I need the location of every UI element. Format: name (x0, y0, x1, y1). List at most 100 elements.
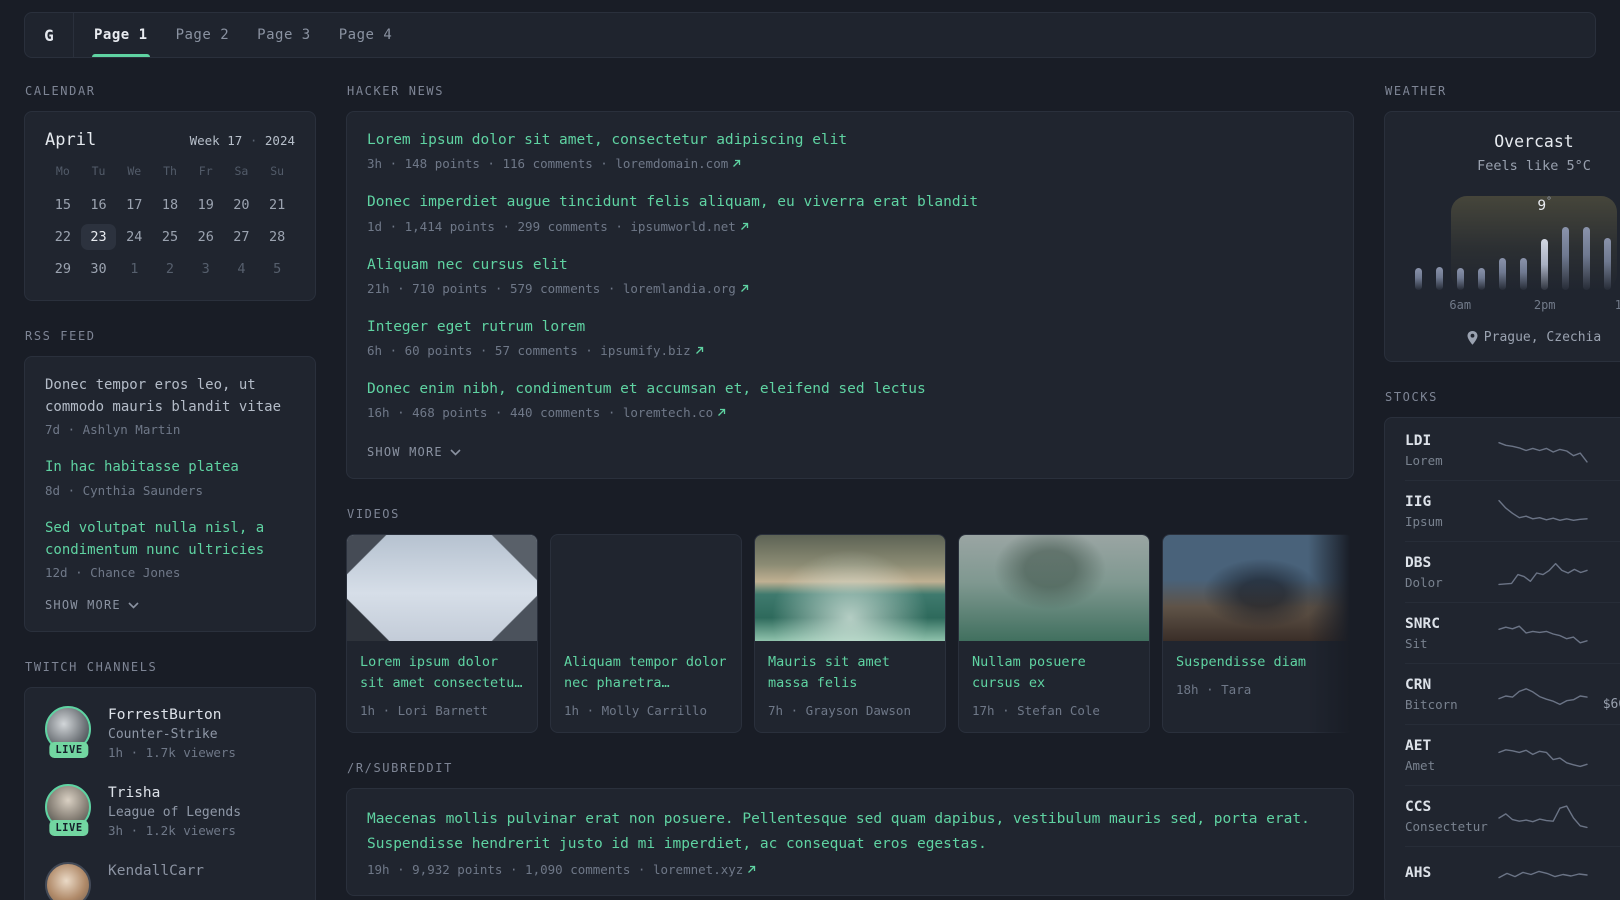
subreddit-card: Maecenas mollis pulvinar erat non posuer… (346, 788, 1354, 896)
twitch-channel-info: KendallCarr (108, 862, 204, 879)
hackernews-item-domain-link[interactable]: ipsumworld.net (630, 219, 748, 234)
calendar-widget: CALENDAR April Week 17 · 2024 Mo Tu We Th Fr… (24, 84, 316, 301)
rss-item-meta: 7d · Ashlyn Martin (45, 422, 181, 438)
stock-row[interactable]: CRN Bitcorn -1.00% $66,171.48 (1405, 664, 1620, 725)
tab-page-3[interactable]: Page 3 (243, 13, 325, 57)
video-card[interactable]: Mauris sit amet massa felis 7h · Grayson … (754, 534, 946, 734)
twitch-channel-row[interactable]: LIVE ForrestBurton Counter-Strike 1h · 1.7k… (45, 706, 295, 760)
subreddit-item-meta: 19h · 9,932 points · 1,090 comments · lo… (367, 862, 1333, 877)
rss-item: Sed volutpat nulla nisl, a condimentum n… (45, 518, 295, 580)
stock-name: Bitcorn (1405, 697, 1458, 712)
rss-show-more-button[interactable]: SHOW MORE (45, 598, 139, 612)
video-card-body: Nullam posuere cursus ex 17h · Stefan Col… (959, 641, 1149, 732)
tab-page-1[interactable]: Page 1 (80, 13, 162, 57)
stock-id: CRN Bitcorn (1405, 677, 1497, 712)
twitch-card: LIVE ForrestBurton Counter-Strike 1h · 1.7k… (24, 687, 316, 900)
tab-label: Page 1 (94, 27, 148, 43)
calendar-day: 16 (90, 197, 107, 213)
tab-label: Page 3 (257, 27, 311, 43)
stock-ticker: IIG (1405, 494, 1432, 510)
stock-ticker: LDI (1405, 433, 1432, 449)
calendar-day: 3 (201, 261, 210, 277)
rss-list: Donec tempor eros leo, ut commodo mauris… (45, 375, 295, 580)
sparkline-chart (1498, 804, 1588, 828)
stock-values: +1.42% $156.28 (1589, 555, 1620, 590)
hackernews-widget: HACKER NEWS Lorem ipsum dolor sit amet, … (346, 84, 1354, 480)
tab-page-2[interactable]: Page 2 (162, 13, 244, 57)
hackernews-item-title[interactable]: Integer eget rutrum lorem (367, 317, 1333, 337)
hour-label: 6am (1449, 298, 1472, 312)
rss-card: Donec tempor eros leo, ut commodo mauris… (24, 356, 316, 633)
avatar (45, 862, 91, 900)
stock-row[interactable]: DBS Dolor +1.42% $156.28 (1405, 542, 1620, 603)
hackernews-item: Aliquam nec cursus elit 21h · 710 points … (367, 255, 1333, 296)
subreddit-item-title[interactable]: Maecenas mollis pulvinar erat non posuer… (367, 807, 1333, 856)
stock-row[interactable]: CCS Consectetur +0.51% $165.84 (1405, 786, 1620, 847)
stock-row[interactable]: AET Amet +0.92% $499.72 (1405, 725, 1620, 786)
rss-item-meta: 12d · Chance Jones (45, 565, 181, 581)
hackernews-item-domain-link[interactable]: loremlandia.org (623, 281, 749, 296)
video-card-body: Suspendisse diam 18h · Tara (1163, 641, 1353, 711)
calendar-day: 2 (165, 261, 175, 277)
stock-change: +0.51% (1589, 799, 1620, 815)
hackernews-item-title[interactable]: Aliquam nec cursus elit (367, 255, 1333, 275)
video-title[interactable]: Mauris sit amet massa felis (768, 652, 932, 694)
subreddit-widget: /R/SUBREDDIT Maecenas mollis pulvinar er… (346, 761, 1354, 896)
rss-item-title[interactable]: Sed volutpat nulla nisl, a condimentum n… (45, 518, 295, 561)
weather-location: Prague, Czechia (1403, 330, 1620, 345)
rss-item-title[interactable]: In hac habitasse platea (45, 457, 295, 479)
stock-change: +4.35% (1589, 433, 1620, 449)
external-link-arrow-icon (695, 347, 703, 355)
video-title[interactable]: Nullam posuere cursus ex (972, 652, 1136, 694)
video-thumbnail (755, 535, 945, 642)
app-logo[interactable]: G (25, 13, 74, 57)
stock-row[interactable]: AHS +0.46% (1405, 847, 1620, 900)
video-title[interactable]: Lorem ipsum dolor sit amet consectetu… (360, 652, 524, 694)
video-card[interactable]: Nullam posuere cursus ex 17h · Stefan Col… (958, 534, 1150, 734)
hackernews-item-domain-link[interactable]: loremdomain.com (615, 156, 741, 171)
video-card-body: Aliquam tempor dolor nec pharetra… 1h · M… (551, 641, 741, 732)
stock-name: Lorem (1405, 453, 1443, 468)
calendar-day: 28 (269, 229, 286, 245)
stock-row[interactable]: SNRC Sit +1.36% $148.64 (1405, 603, 1620, 664)
video-card[interactable]: Suspendisse diam 18h · Tara (1162, 534, 1354, 734)
video-title[interactable]: Suspendisse diam (1176, 652, 1340, 673)
stock-id: LDI Lorem (1405, 433, 1497, 468)
rss-show-more-label: SHOW MORE (45, 598, 121, 613)
stock-row[interactable]: LDI Lorem +4.35% $795.18 (1405, 420, 1620, 481)
hackernews-item-title[interactable]: Donec imperdiet augue tincidunt felis al… (367, 192, 1333, 212)
calendar-weekday: Fr (198, 164, 213, 178)
tab-label: Page 2 (175, 27, 230, 43)
stock-values: -1.00% $66,171.48 (1589, 677, 1620, 712)
stock-sparkline (1497, 741, 1589, 771)
external-link-arrow-icon (740, 284, 748, 292)
stock-values: +4.35% $795.18 (1589, 433, 1620, 468)
top-nav-bar: G Page 1 Page 2 Page 3 Page 4 (24, 12, 1596, 58)
calendar-weekday: Th (163, 164, 177, 178)
stock-id: AET Amet (1405, 738, 1497, 773)
hackernews-item-title[interactable]: Lorem ipsum dolor sit amet, consectetur … (367, 130, 1333, 150)
weather-hour-labels: 6am 2pm 10pm (1415, 298, 1620, 314)
video-card-body: Mauris sit amet massa felis 7h · Grayson … (755, 641, 945, 732)
video-title[interactable]: Aliquam tempor dolor nec pharetra… (564, 652, 728, 694)
video-thumbnail (959, 535, 1149, 642)
subreddit-item-domain-link[interactable]: loremnet.xyz (653, 862, 756, 877)
weather-header: WEATHER (1385, 84, 1447, 98)
hackernews-item-domain-link[interactable]: loremtech.co (623, 405, 726, 420)
rss-item: In hac habitasse platea 8d · Cynthia Saun… (45, 457, 295, 498)
rss-item-title[interactable]: Donec tempor eros leo, ut commodo mauris… (45, 375, 295, 418)
hackernews-item-title[interactable]: Donec enim nibh, condimentum et accumsan… (367, 379, 1333, 399)
twitch-channel-row[interactable]: LIVE Trisha League of Legends 3h · 1.2k vie… (45, 784, 295, 838)
sparkline-chart (1498, 499, 1588, 521)
twitch-channel-name: ForrestBurton (108, 707, 222, 724)
external-link-arrow-icon (740, 222, 748, 230)
hackernews-item-domain-link[interactable]: ipsumify.biz (600, 343, 703, 358)
calendar-day: 5 (273, 261, 282, 277)
video-card[interactable]: Lorem ipsum dolor sit amet consectetu… 1h… (346, 534, 538, 734)
video-card[interactable]: Aliquam tempor dolor nec pharetra… 1h · M… (550, 534, 742, 734)
tab-page-4[interactable]: Page 4 (325, 13, 407, 57)
stock-row[interactable]: IIG Ipsum +2.84% $42.04 (1405, 481, 1620, 542)
twitch-channel-row[interactable]: KendallCarr (45, 862, 295, 900)
hackernews-show-more-button[interactable]: SHOW MORE (367, 445, 461, 459)
temperature-bar (1520, 258, 1527, 290)
